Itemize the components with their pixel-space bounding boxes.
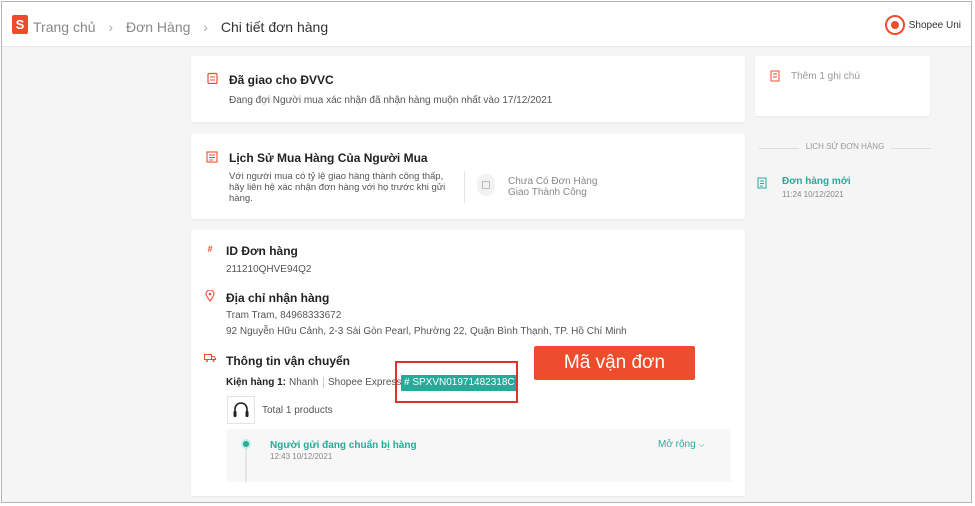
history-item-title: Đơn hàng mới bbox=[782, 176, 851, 187]
shipping-timeline: Người gửi đang chuẩn bị hàng 12:43 10/12… bbox=[227, 429, 731, 482]
headphones-icon bbox=[233, 402, 249, 417]
history-item-time: 11:24 10/12/2021 bbox=[782, 190, 844, 199]
chevron-right-icon: › bbox=[108, 19, 114, 35]
address-detail: 92 Nguyễn Hữu Cảnh, 2-3 Sài Gòn Pearl, P… bbox=[226, 326, 627, 337]
carrier-name: Shopee Express bbox=[328, 377, 402, 388]
shopee-uni-label: Shopee Uni bbox=[908, 19, 961, 31]
location-pin-icon bbox=[204, 289, 216, 302]
shopee-logo-icon[interactable]: S bbox=[12, 15, 28, 34]
order-id-icon: # bbox=[207, 244, 213, 254]
package-label: Kiện hàng 1: bbox=[226, 377, 287, 388]
order-status-card: Đã giao cho ĐVVC Đang đợi Người mua xác … bbox=[191, 56, 745, 122]
buyer-stat-line-1: Chưa Có Đơn Hàng bbox=[508, 176, 598, 187]
expand-toggle[interactable]: Mở rộng ⌵ bbox=[658, 439, 705, 450]
box-icon bbox=[477, 174, 495, 196]
timeline-line bbox=[245, 449, 247, 482]
order-history-header: LỊCH SỬ ĐƠN HÀNG bbox=[759, 142, 931, 154]
truck-icon bbox=[204, 353, 216, 365]
tracking-code-callout: Mã vận đơn bbox=[534, 346, 695, 380]
timeline-time: 12:43 10/12/2021 bbox=[270, 452, 333, 461]
order-status-title: Đã giao cho ĐVVC bbox=[229, 73, 334, 87]
divider bbox=[891, 148, 931, 149]
order-history-title: LỊCH SỬ ĐƠN HÀNG bbox=[805, 142, 885, 151]
divider bbox=[323, 377, 324, 388]
order-status-desc: Đang đợi Người mua xác nhận đã nhận hàng… bbox=[229, 95, 553, 106]
product-thumbnail[interactable] bbox=[227, 396, 255, 424]
shopee-uni-link[interactable]: Shopee Uni bbox=[884, 15, 961, 35]
shopee-uni-icon bbox=[884, 15, 905, 35]
app-window: S Trang chủ › Đơn Hàng › Chi tiết đơn hà… bbox=[1, 1, 972, 503]
divider bbox=[464, 171, 465, 203]
order-id-label: ID Đơn hàng bbox=[226, 244, 298, 258]
products-count: Total 1 products bbox=[262, 405, 333, 416]
clipboard-icon bbox=[206, 72, 218, 85]
buyer-history-desc-line-3: hàng. bbox=[229, 193, 253, 204]
note-card[interactable]: Thêm 1 ghi chú bbox=[755, 56, 930, 116]
order-doc-icon bbox=[756, 177, 768, 189]
shipping-label: Thông tin vận chuyển bbox=[226, 354, 351, 368]
chevron-right-icon: › bbox=[203, 19, 208, 35]
expand-label: Mở rộng bbox=[658, 439, 696, 450]
breadcrumb-orders[interactable]: Đơn Hàng bbox=[126, 19, 190, 35]
address-label: Địa chỉ nhận hàng bbox=[226, 291, 330, 305]
buyer-history-title: Lịch Sử Mua Hàng Của Người Mua bbox=[229, 151, 428, 165]
breadcrumb-current: Chi tiết đơn hàng bbox=[220, 19, 329, 35]
buyer-history-desc-line-2: hãy liên hệ xác nhận đơn hàng với họ trư… bbox=[229, 182, 446, 193]
timeline-status: Người gửi đang chuẩn bị hàng bbox=[270, 440, 417, 451]
buyer-history-desc-line-1: Với người mua có tỷ lệ giao hàng thành c… bbox=[229, 171, 444, 182]
buyer-history-card: Lịch Sử Mua Hàng Của Người Mua Với người… bbox=[191, 134, 745, 219]
buyer-stat-line-2: Giao Thành Công bbox=[508, 187, 587, 198]
breadcrumb-home[interactable]: Trang chủ bbox=[33, 19, 96, 35]
add-note-link[interactable]: Thêm 1 ghi chú bbox=[791, 71, 860, 82]
top-bar: S Trang chủ › Đơn Hàng › Chi tiết đơn hà… bbox=[2, 2, 971, 47]
order-id-value: 211210QHVE94Q2 bbox=[226, 264, 312, 275]
address-name: Tram Tram, 84968333672 bbox=[226, 310, 342, 321]
breadcrumb: Trang chủ › Đơn Hàng › Chi tiết đơn hàng bbox=[33, 19, 328, 35]
timeline-dot bbox=[241, 439, 251, 449]
note-icon bbox=[769, 70, 781, 82]
package-speed: Nhanh bbox=[289, 377, 319, 388]
chevron-down-icon: ⌵ bbox=[698, 440, 705, 449]
history-list-icon bbox=[206, 151, 218, 163]
tracking-code-highlight bbox=[395, 361, 518, 403]
